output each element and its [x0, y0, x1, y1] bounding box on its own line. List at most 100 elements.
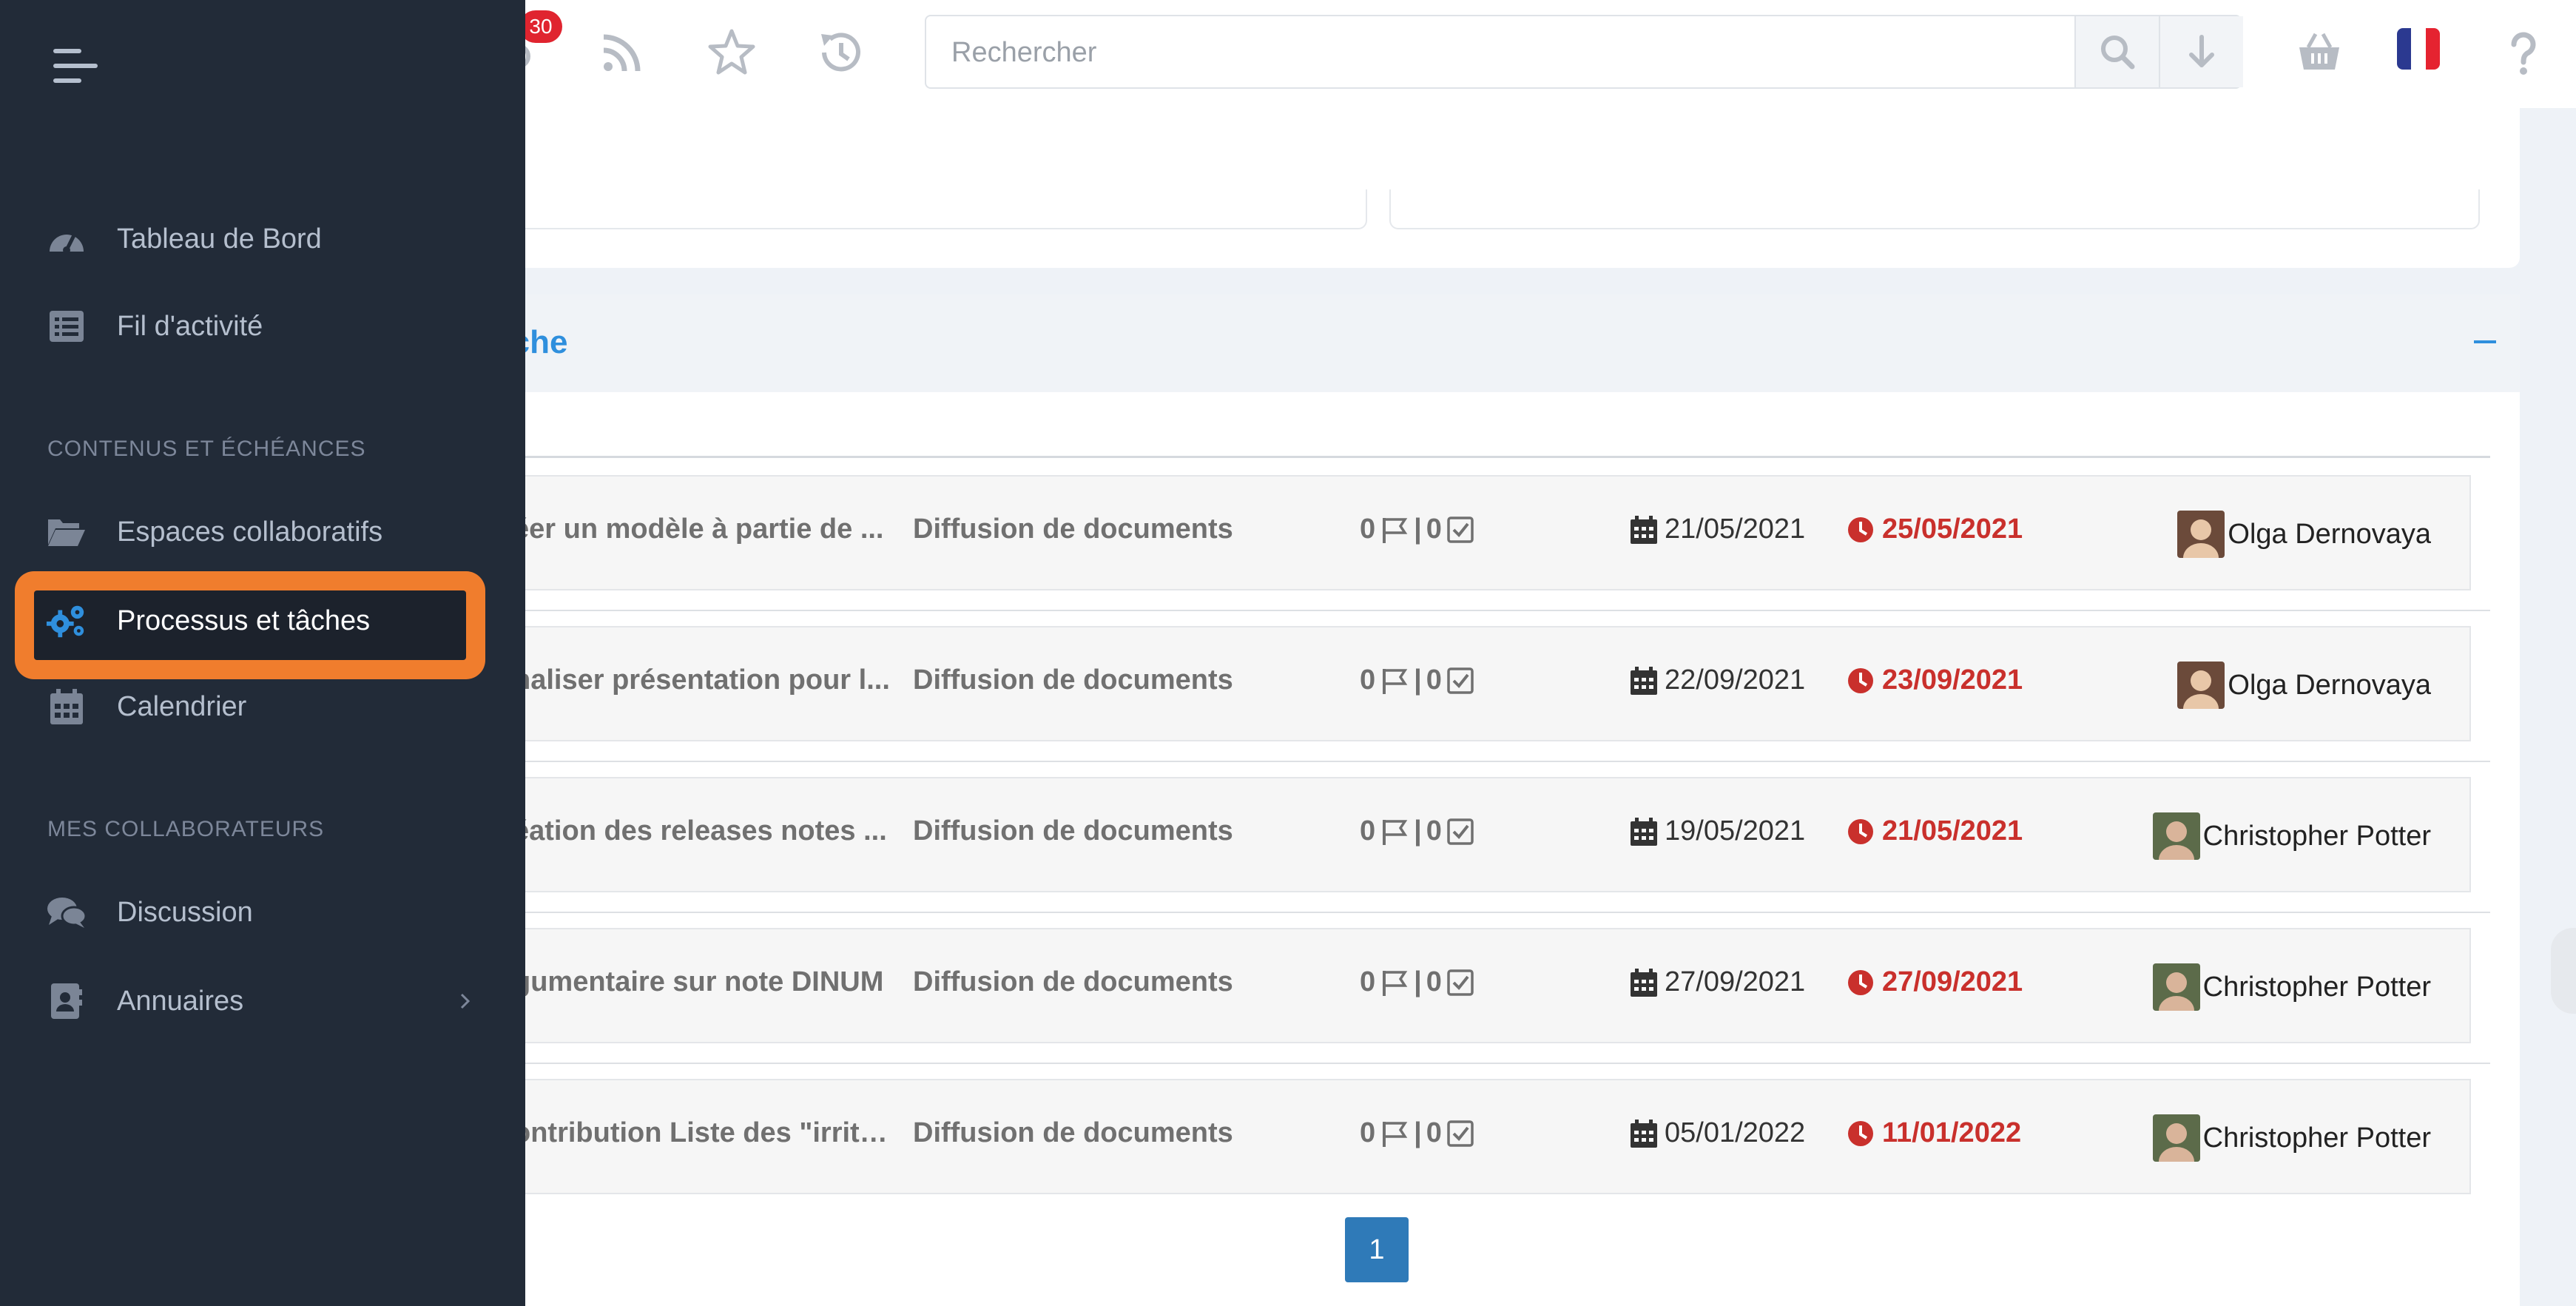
search-button[interactable] [2074, 16, 2159, 87]
sidebar: Tableau de Bord Fil d'activité CONTENUS … [0, 0, 525, 1306]
sidebar-item-processes[interactable]: Processus et tâches [0, 588, 525, 654]
flag-icon [1383, 517, 1408, 543]
calendar-icon [1631, 1119, 1657, 1148]
task-start-date: 05/01/2022 [1631, 1117, 1805, 1149]
task-workspace[interactable]: Diffusion de documents [913, 966, 1233, 998]
collapse-icon[interactable] [2474, 340, 2496, 343]
sidebar-item-directories[interactable]: Annuaires [0, 968, 525, 1034]
task-start-date: 22/09/2021 [1631, 664, 1805, 696]
page-1-button[interactable]: 1 [1345, 1217, 1409, 1282]
task-workspace[interactable]: Diffusion de documents [913, 514, 1233, 545]
task-due-date: 11/01/2022 [1847, 1117, 2021, 1149]
task-start-date: 27/09/2021 [1631, 966, 1805, 998]
task-counts: 0 | 0 [1360, 815, 1474, 847]
sidebar-item-label: Fil d'activité [117, 310, 263, 342]
sidebar-item-dashboard[interactable]: Tableau de Bord [0, 206, 525, 272]
address-book-icon [46, 980, 87, 1022]
task-due-date: 25/05/2021 [1847, 514, 2023, 545]
help-icon[interactable] [2498, 27, 2549, 78]
checkbox-icon [1447, 969, 1474, 996]
basket-icon[interactable] [2293, 27, 2345, 78]
flag-count: 0 [1360, 664, 1376, 696]
avatar [2177, 662, 2225, 709]
counts-separator: | [1414, 966, 1422, 997]
task-title[interactable]: gumentaire sur note DINUM [513, 966, 898, 998]
task-title[interactable]: naliser présentation pour l... [513, 664, 898, 696]
start-date-text: 21/05/2021 [1665, 514, 1806, 545]
avatar [2152, 1114, 2200, 1162]
sidebar-item-label: Discussion [117, 896, 253, 928]
task-workspace[interactable]: Diffusion de documents [913, 664, 1233, 696]
start-date-text: 22/09/2021 [1665, 664, 1806, 696]
sidebar-item-calendar[interactable]: Calendrier [0, 673, 525, 740]
due-date-text: 27/09/2021 [1882, 966, 2023, 997]
task-assignee[interactable]: Christopher Potter [2152, 963, 2431, 1011]
task-counts: 0 | 0 [1360, 966, 1474, 998]
task-start-date: 21/05/2021 [1631, 514, 1805, 545]
task-due-date: 27/09/2021 [1847, 966, 2023, 998]
calendar-icon [1631, 666, 1657, 695]
task-counts: 0 | 0 [1360, 664, 1474, 696]
sidebar-item-label: Calendrier [117, 690, 247, 722]
cogs-icon [46, 600, 87, 642]
history-icon[interactable] [814, 27, 866, 78]
language-flag-icon[interactable] [2397, 28, 2440, 70]
arrow-down-icon [2189, 35, 2214, 67]
sidebar-item-workspaces[interactable]: Espaces collaboratifs [0, 499, 525, 565]
sidebar-item-discussion[interactable]: Discussion [0, 879, 525, 946]
calendar-icon [1631, 515, 1657, 544]
avatar [2152, 963, 2200, 1011]
clock-icon [1848, 1120, 1873, 1146]
chat-toggle-tab[interactable] [2551, 928, 2576, 1014]
check-count: 0 [1426, 815, 1442, 846]
sidebar-section-heading: MES COLLABORATEURS [47, 817, 325, 841]
sidebar-item-label: Espaces collaboratifs [117, 516, 383, 548]
task-due-date: 21/05/2021 [1847, 815, 2023, 847]
search-icon [2101, 36, 2135, 70]
checkbox-icon [1447, 818, 1474, 845]
start-date-text: 27/09/2021 [1665, 966, 1806, 997]
menu-toggle-icon[interactable] [52, 46, 99, 91]
avatar [2177, 511, 2225, 558]
sidebar-item-label: Annuaires [117, 985, 244, 1017]
task-title[interactable]: éation des releases notes ... [513, 815, 898, 847]
task-title[interactable]: ontribution Liste des "irrita... [513, 1117, 898, 1149]
star-icon[interactable] [706, 27, 758, 78]
calendar-icon [46, 686, 87, 727]
task-workspace[interactable]: Diffusion de documents [913, 1117, 1233, 1149]
task-assignee[interactable]: Christopher Potter [2152, 1114, 2431, 1162]
rss-icon[interactable] [596, 27, 648, 78]
flag-count: 0 [1360, 514, 1376, 545]
search-input[interactable] [950, 16, 2063, 89]
flag-count: 0 [1360, 1117, 1376, 1148]
task-assignee[interactable]: Christopher Potter [2152, 812, 2431, 860]
checkbox-icon [1447, 667, 1474, 694]
task-counts: 0 | 0 [1360, 1117, 1474, 1149]
due-date-text: 25/05/2021 [1882, 514, 2023, 545]
assignee-name: Olga Dernovaya [2228, 669, 2431, 701]
advanced-search-button[interactable] [2159, 16, 2243, 87]
flag-icon [1383, 819, 1408, 845]
task-title[interactable]: éer un modèle à partie de ... [513, 514, 898, 545]
folder-open-icon [46, 511, 87, 553]
task-assignee[interactable]: Olga Dernovaya [2177, 511, 2431, 558]
panel-box [414, 189, 1367, 229]
task-start-date: 19/05/2021 [1631, 815, 1805, 847]
checkbox-icon [1447, 1120, 1474, 1147]
sidebar-item-activity[interactable]: Fil d'activité [0, 293, 525, 360]
due-date-text: 21/05/2021 [1882, 815, 2023, 846]
flag-count: 0 [1360, 815, 1376, 846]
flag-icon [1383, 668, 1408, 694]
flag-icon [1383, 1121, 1408, 1147]
search-bar [925, 15, 2243, 89]
clock-icon [1848, 516, 1873, 542]
task-counts: 0 | 0 [1360, 514, 1474, 545]
comments-icon [46, 892, 87, 933]
notification-badge: 30 [519, 10, 562, 43]
task-assignee[interactable]: Olga Dernovaya [2177, 662, 2431, 709]
avatar [2152, 812, 2200, 860]
calendar-icon [1631, 817, 1657, 846]
task-workspace[interactable]: Diffusion de documents [913, 815, 1233, 847]
clock-icon [1848, 667, 1873, 693]
sidebar-section-heading: CONTENUS ET ÉCHÉANCES [47, 437, 366, 461]
